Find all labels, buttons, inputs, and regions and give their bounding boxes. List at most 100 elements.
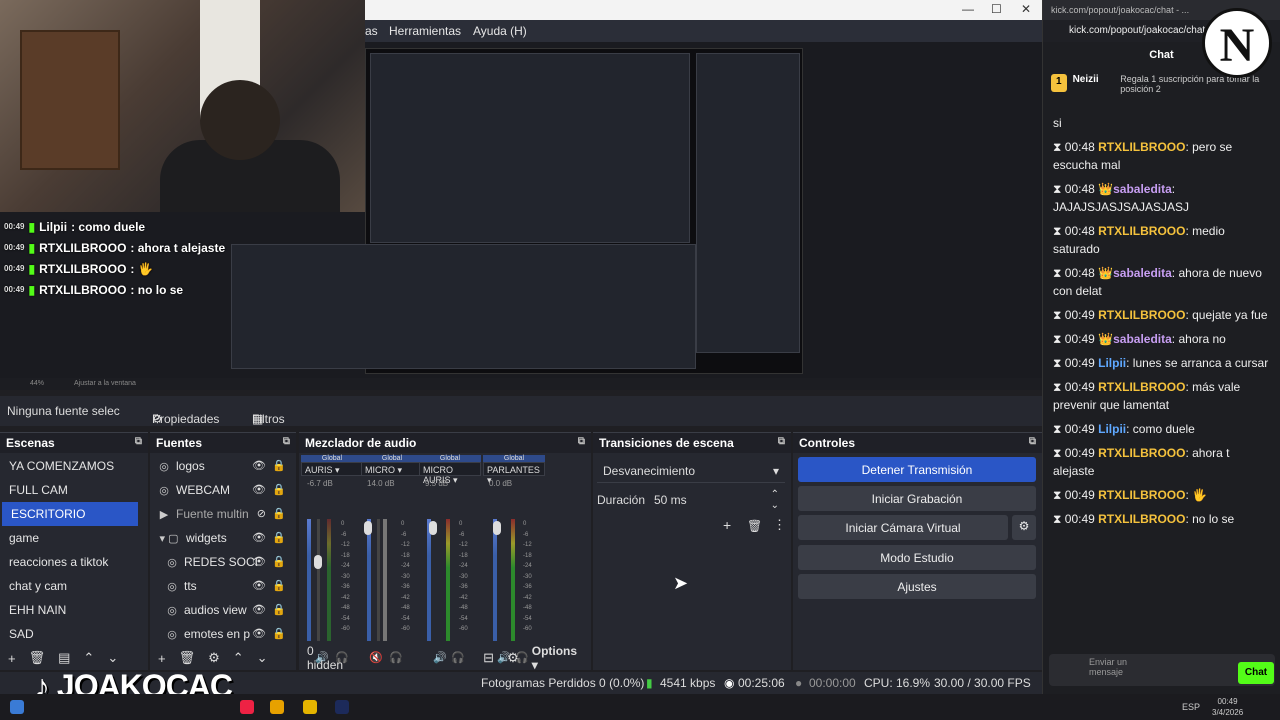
- lock-icon[interactable]: 🔒: [272, 627, 286, 640]
- trash-icon[interactable]: 🗑: [747, 519, 762, 533]
- message-user[interactable]: RTXLILBROOO: [1098, 488, 1185, 502]
- lock-icon[interactable]: 🔒: [272, 459, 286, 472]
- scene-item[interactable]: reacciones a tiktok: [0, 550, 148, 574]
- clock[interactable]: 00:49 3/4/2026: [1212, 696, 1243, 718]
- preview-canvas[interactable]: [231, 48, 803, 374]
- chevron-down-icon[interactable]: ⌄: [107, 650, 118, 666]
- channel-select[interactable]: MICRO AURIS ▾: [419, 462, 481, 485]
- zoom-level[interactable]: 44%: [30, 380, 44, 387]
- duration-input[interactable]: 50 ms ⌃ ⌄: [649, 489, 785, 511]
- eye-icon[interactable]: 👁: [252, 579, 266, 592]
- eye-icon[interactable]: 👁: [252, 459, 266, 472]
- gear-icon[interactable]: ⚙: [507, 650, 519, 666]
- start-recording-button[interactable]: Iniciar Grabación: [798, 486, 1036, 511]
- folder-icon[interactable]: [303, 700, 317, 714]
- source-item[interactable]: ◎ REDES SOCI 👁 🔒: [150, 550, 296, 574]
- chrome-icon[interactable]: [270, 700, 284, 714]
- chevron-up-icon[interactable]: ⌃: [83, 650, 94, 666]
- message-user[interactable]: Lilpii: [1098, 356, 1126, 370]
- menu-item-herramientas[interactable]: Herramientas: [389, 24, 461, 38]
- source-group[interactable]: ▾ ▢ widgets 👁 🔒: [150, 526, 296, 550]
- source-item[interactable]: ◎ tts 👁 🔒: [150, 574, 296, 598]
- chevron-up-icon[interactable]: ⌃: [233, 650, 244, 666]
- lock-icon[interactable]: 🔒: [272, 603, 286, 616]
- photoshop-icon[interactable]: [335, 700, 349, 714]
- studio-mode-button[interactable]: Modo Estudio: [798, 545, 1036, 570]
- message-user[interactable]: sabaledita: [1113, 266, 1172, 280]
- eye-icon[interactable]: 👁: [252, 483, 266, 496]
- volume-fader[interactable]: [377, 519, 380, 641]
- undock-icon[interactable]: ⧉: [283, 436, 290, 447]
- eye-icon[interactable]: 👁: [252, 531, 266, 544]
- lock-icon[interactable]: 🔒: [272, 555, 286, 568]
- undock-icon[interactable]: ⧉: [778, 436, 785, 447]
- undock-icon[interactable]: ⧉: [1029, 436, 1036, 447]
- language-indicator[interactable]: ESP: [1182, 702, 1200, 712]
- message-user[interactable]: RTXLILBROOO: [1098, 446, 1185, 460]
- message-user[interactable]: RTXLILBROOO: [1098, 512, 1185, 526]
- channel-select[interactable]: PARLANTES ▾: [483, 462, 545, 485]
- add-icon[interactable]: +: [8, 651, 16, 666]
- close-button[interactable]: ✕: [1021, 2, 1031, 16]
- start-icon[interactable]: [10, 700, 24, 714]
- channel-select[interactable]: MICRO ▾: [361, 462, 423, 476]
- gear-icon[interactable]: ⚙: [208, 650, 220, 666]
- eye-icon[interactable]: 👁: [252, 603, 266, 616]
- fit-window[interactable]: Ajustar a la ventana: [74, 380, 136, 387]
- source-item[interactable]: ◎ WEBCAM 👁 🔒: [150, 478, 296, 502]
- minimize-button[interactable]: —: [962, 2, 974, 16]
- fader-knob[interactable]: [314, 555, 322, 569]
- source-item[interactable]: ◎ audios view 👁 🔒: [150, 598, 296, 622]
- settings-button[interactable]: Ajustes: [798, 574, 1036, 599]
- menu-item-partial[interactable]: as: [365, 24, 378, 38]
- scene-item[interactable]: SAD: [0, 622, 148, 646]
- fader-knob[interactable]: [493, 521, 501, 535]
- spinner-icon[interactable]: ⌃ ⌄: [771, 489, 779, 511]
- lock-icon[interactable]: 🔒: [272, 483, 286, 496]
- message-user[interactable]: sabaledita: [1113, 332, 1172, 346]
- message-user[interactable]: Lilpii: [1098, 422, 1126, 436]
- fader-knob[interactable]: [429, 521, 437, 535]
- source-item[interactable]: ◎ emotes en p 👁 🔒: [150, 622, 296, 646]
- chevron-down-icon[interactable]: ⌄: [257, 650, 268, 666]
- undock-icon[interactable]: ⧉: [578, 436, 585, 447]
- message-user[interactable]: sabaledita: [1113, 182, 1172, 196]
- lock-icon[interactable]: 🔒: [272, 531, 286, 544]
- source-item[interactable]: ▶ Fuente multin ⊘ 🔒: [150, 502, 296, 526]
- add-icon[interactable]: +: [723, 517, 731, 533]
- maximize-button[interactable]: ☐: [991, 2, 1002, 16]
- eye-icon[interactable]: 👁: [252, 627, 266, 640]
- more-icon[interactable]: ⋮: [773, 517, 786, 533]
- send-chat-button[interactable]: Chat: [1238, 662, 1274, 684]
- scene-item[interactable]: game: [0, 526, 148, 550]
- undock-icon[interactable]: ⧉: [135, 436, 142, 447]
- menu-item-ayuda[interactable]: Ayuda (H): [473, 24, 527, 38]
- layout-icon[interactable]: ⊟: [483, 650, 494, 666]
- scene-item-selected[interactable]: ESCRITORIO: [2, 502, 138, 526]
- message-user[interactable]: RTXLILBROOO: [1098, 380, 1185, 394]
- eye-hidden-icon[interactable]: ⊘: [257, 507, 266, 520]
- message-user[interactable]: RTXLILBROOO: [1098, 308, 1185, 322]
- lock-icon[interactable]: 🔒: [272, 507, 286, 520]
- virtual-cam-settings-button[interactable]: ⚙: [1012, 515, 1036, 540]
- fader-knob[interactable]: [364, 521, 372, 535]
- trash-icon[interactable]: 🗑: [29, 650, 46, 666]
- transition-select[interactable]: Desvanecimiento ▾: [597, 459, 785, 483]
- eye-icon[interactable]: 👁: [252, 555, 266, 568]
- source-item[interactable]: ◎ logos 👁 🔒: [150, 454, 296, 478]
- scene-item[interactable]: chat y cam: [0, 574, 148, 598]
- brave-icon[interactable]: [240, 700, 254, 714]
- filter-icon[interactable]: ▤: [58, 650, 70, 666]
- scene-item[interactable]: YA COMENZAMOS: [0, 454, 148, 478]
- scene-item[interactable]: FULL CAM: [0, 478, 148, 502]
- channel-select[interactable]: AURIS ▾: [301, 462, 363, 476]
- scene-item[interactable]: EHH NAIN: [0, 598, 148, 622]
- message-user[interactable]: RTXLILBROOO: [1098, 140, 1185, 154]
- trash-icon[interactable]: 🗑: [179, 650, 196, 666]
- start-virtual-cam-button[interactable]: Iniciar Cámara Virtual: [798, 515, 1008, 540]
- add-icon[interactable]: +: [158, 651, 166, 666]
- volume-fader[interactable]: [317, 519, 320, 641]
- options-button[interactable]: Options ▾: [532, 644, 583, 672]
- message-user[interactable]: RTXLILBROOO: [1098, 224, 1185, 238]
- stop-stream-button[interactable]: Detener Transmisión: [798, 457, 1036, 482]
